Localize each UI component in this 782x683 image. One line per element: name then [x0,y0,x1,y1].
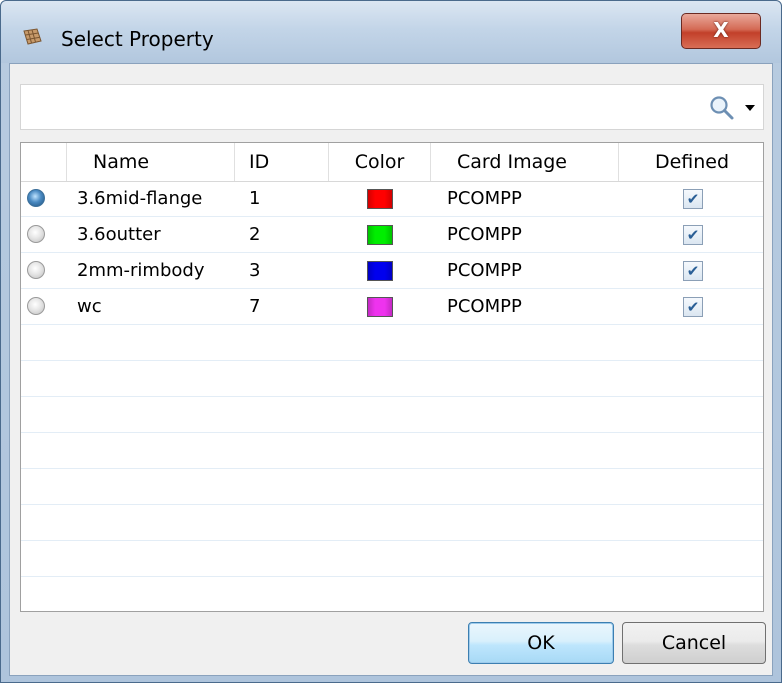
header-color[interactable]: Color [329,143,431,181]
table-header: Name ID Color Card Image Defined [21,143,763,182]
cell-color-swatch [367,297,393,317]
header-select [21,143,67,181]
cell-name: 3.6mid-flange [77,188,203,209]
search-input[interactable] [20,84,764,130]
cell-color-swatch [367,261,393,281]
cancel-button[interactable]: Cancel [622,622,766,664]
cell-name: 2mm-rimbody [77,260,205,281]
cell-defined-checkbox[interactable]: ✔ [683,297,703,317]
table-row[interactable]: 3.6outter 2 PCOMPP ✔ [21,217,763,253]
window-title: Select Property [61,27,214,51]
dialog-body: Name ID Color Card Image Defined 3.6mid-… [9,63,773,676]
cell-card-image: PCOMPP [447,188,522,209]
title-bar[interactable]: Select Property X [1,1,781,63]
cell-id: 1 [249,188,261,209]
ok-button[interactable]: OK [468,622,614,664]
select-property-dialog: Select Property X Name ID Color Card Ima… [0,0,782,683]
table-row[interactable]: 3.6mid-flange 1 PCOMPP ✔ [21,181,763,217]
empty-row [21,505,763,541]
empty-row [21,469,763,505]
cell-id: 7 [249,296,261,317]
empty-row [21,577,763,611]
cell-card-image: PCOMPP [447,296,522,317]
row-radio[interactable] [27,297,45,315]
cell-card-image: PCOMPP [447,260,522,281]
property-table: Name ID Color Card Image Defined 3.6mid-… [20,142,764,612]
cell-color-swatch [367,225,393,245]
header-defined[interactable]: Defined [619,143,763,181]
cell-color-swatch [367,189,393,209]
search-icon[interactable] [709,95,735,121]
cell-defined-checkbox[interactable]: ✔ [683,225,703,245]
chevron-down-icon[interactable] [745,105,755,111]
empty-row [21,361,763,397]
empty-row [21,433,763,469]
cell-name: 3.6outter [77,224,161,245]
empty-row [21,541,763,577]
cell-id: 3 [249,260,261,281]
cell-defined-checkbox[interactable]: ✔ [683,261,703,281]
row-radio[interactable] [27,261,45,279]
cell-name: wc [77,296,102,317]
row-radio[interactable] [27,225,45,243]
close-icon: X [713,18,729,42]
close-button[interactable]: X [681,13,761,49]
header-card-image[interactable]: Card Image [431,143,619,181]
empty-row [21,325,763,361]
cell-id: 2 [249,224,261,245]
header-id[interactable]: ID [235,143,329,181]
cell-defined-checkbox[interactable]: ✔ [683,189,703,209]
table-row[interactable]: 2mm-rimbody 3 PCOMPP ✔ [21,253,763,289]
property-grid-icon [23,28,42,45]
table-row[interactable]: wc 7 PCOMPP ✔ [21,289,763,325]
empty-row [21,397,763,433]
cell-card-image: PCOMPP [447,224,522,245]
row-radio[interactable] [27,189,45,207]
header-name[interactable]: Name [67,143,235,181]
